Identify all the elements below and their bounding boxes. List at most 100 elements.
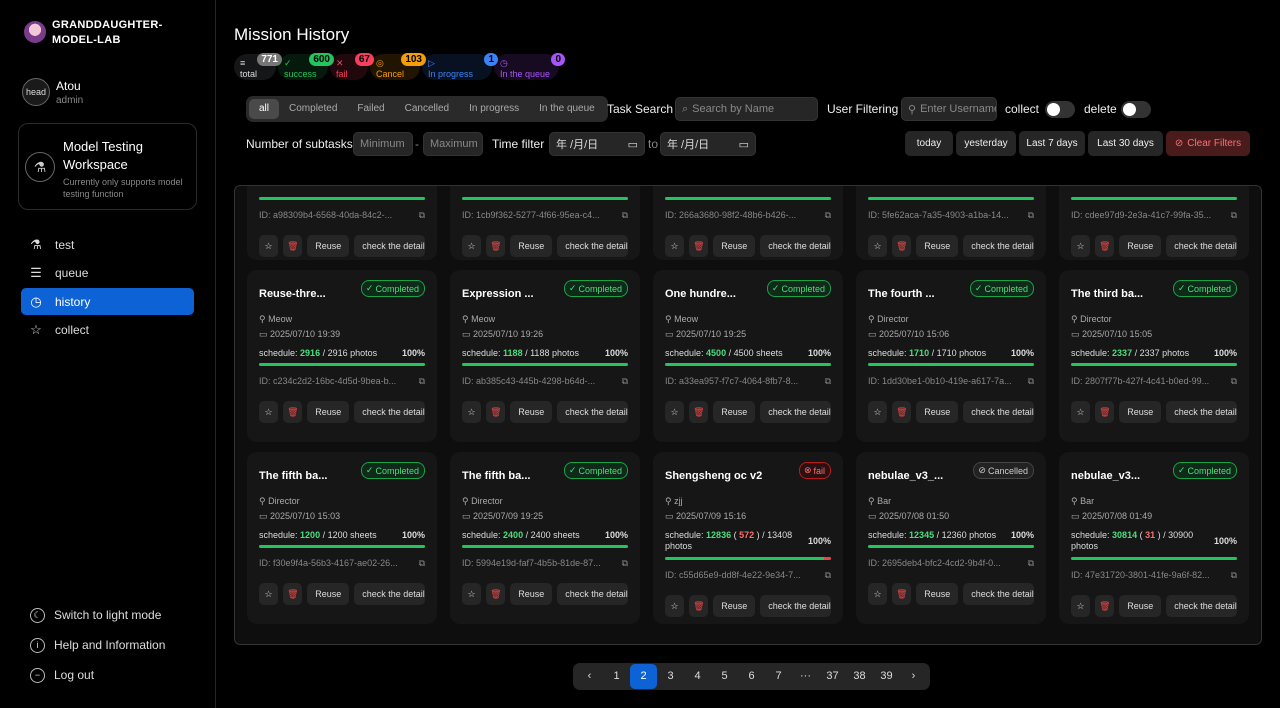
page-button[interactable]: 6: [738, 664, 765, 689]
delete-button[interactable]: 🗑︎: [689, 235, 709, 257]
prev-page-button[interactable]: ‹: [576, 664, 603, 689]
details-button[interactable]: check the details: [760, 595, 832, 617]
copy-icon[interactable]: ⧉: [1028, 210, 1034, 221]
task-card[interactable]: Shengsheng oc v2 ⊗ fail ⚲ zjj ▭ 2025/07/09 1…: [653, 452, 843, 624]
date-from-input[interactable]: 年 /月/日 ▭: [549, 132, 645, 156]
reuse-button[interactable]: Reuse: [1119, 401, 1162, 423]
details-button[interactable]: check the details: [963, 401, 1035, 423]
reuse-button[interactable]: Reuse: [307, 235, 350, 257]
stat-in-the-queue[interactable]: ◷ In the queue 0: [494, 53, 565, 80]
copy-icon[interactable]: ⧉: [825, 210, 831, 221]
details-button[interactable]: check the details: [760, 401, 832, 423]
delete-button[interactable]: 🗑︎: [486, 235, 506, 257]
favorite-button[interactable]: ☆: [259, 401, 279, 423]
details-button[interactable]: check the details: [1166, 595, 1238, 617]
page-button[interactable]: 7: [765, 664, 792, 689]
favorite-button[interactable]: ☆: [462, 583, 482, 605]
reuse-button[interactable]: Reuse: [307, 401, 350, 423]
task-card[interactable]: The third ba... ✓ Completed ⚲ Director ▭ 202…: [1059, 270, 1249, 442]
task-card[interactable]: The fifth ba... ✓ Completed ⚲ Director ▭ 202…: [247, 452, 437, 624]
page-button[interactable]: 4: [684, 664, 711, 689]
details-button[interactable]: check the details: [557, 401, 629, 423]
copy-icon[interactable]: ⧉: [622, 558, 628, 569]
task-card[interactable]: ID: 266a3680-98f2-48b6-b426-... ⧉ ☆ 🗑︎ Reuse…: [653, 186, 843, 260]
reuse-button[interactable]: Reuse: [510, 235, 553, 257]
copy-icon[interactable]: ⧉: [419, 210, 425, 221]
page-button[interactable]: 37: [819, 664, 846, 689]
delete-button[interactable]: 🗑︎: [283, 235, 303, 257]
stat-total[interactable]: ≡ total 771: [234, 53, 282, 80]
task-card[interactable]: nebulae_v3... ✓ Completed ⚲ Bar ▭ 2025/07/08…: [1059, 452, 1249, 624]
favorite-button[interactable]: ☆: [665, 401, 685, 423]
calendar-icon[interactable]: ▭: [739, 138, 749, 151]
last-7-days-button[interactable]: Last 7 days: [1019, 131, 1085, 156]
task-card[interactable]: ID: cdee97d9-2e3a-41c7-99fa-35... ⧉ ☆ 🗑︎ Reu…: [1059, 186, 1249, 260]
details-button[interactable]: check the details: [963, 235, 1035, 257]
task-grid[interactable]: ID: a98309b4-6568-40da-84c2-... ⧉ ☆ 🗑︎ Reuse…: [234, 185, 1262, 645]
calendar-icon[interactable]: ▭: [628, 138, 638, 151]
delete-button[interactable]: 🗑︎: [486, 583, 506, 605]
details-button[interactable]: check the details: [354, 401, 426, 423]
sidebar-item-queue[interactable]: ☰ queue: [21, 260, 194, 287]
reuse-button[interactable]: Reuse: [916, 235, 959, 257]
user-filter-input[interactable]: ⚲ Enter Username: [901, 97, 997, 121]
details-button[interactable]: check the details: [354, 583, 426, 605]
today-button[interactable]: today: [905, 131, 953, 156]
delete-button[interactable]: 🗑︎: [1095, 595, 1115, 617]
favorite-button[interactable]: ☆: [462, 235, 482, 257]
reuse-button[interactable]: Reuse: [713, 235, 756, 257]
details-button[interactable]: check the details: [760, 235, 832, 257]
user-profile[interactable]: head Atou admin: [22, 78, 83, 106]
task-card[interactable]: One hundre... ✓ Completed ⚲ Meow ▭ 2025/07/1…: [653, 270, 843, 442]
favorite-button[interactable]: ☆: [1071, 235, 1091, 257]
tab-completed[interactable]: Completed: [279, 99, 347, 119]
subtasks-max-input[interactable]: Maximum: [423, 132, 483, 156]
reuse-button[interactable]: Reuse: [713, 595, 756, 617]
delete-button[interactable]: 🗑︎: [689, 401, 709, 423]
next-page-button[interactable]: ›: [900, 664, 927, 689]
subtasks-min-input[interactable]: Minimum: [353, 132, 413, 156]
delete-button[interactable]: 🗑︎: [892, 583, 912, 605]
page-button[interactable]: 3: [657, 664, 684, 689]
copy-icon[interactable]: ⧉: [1231, 210, 1237, 221]
delete-button[interactable]: 🗑︎: [1095, 235, 1115, 257]
copy-icon[interactable]: ⧉: [419, 558, 425, 569]
task-card[interactable]: ID: 1cb9f362-5277-4f66-95ea-c4... ⧉ ☆ 🗑︎ Reu…: [450, 186, 640, 260]
reuse-button[interactable]: Reuse: [916, 583, 959, 605]
theme-toggle-button[interactable]: ☾ Switch to light mode: [30, 605, 165, 625]
logout-button[interactable]: − Log out: [30, 665, 165, 685]
details-button[interactable]: check the details: [963, 583, 1035, 605]
favorite-button[interactable]: ☆: [462, 401, 482, 423]
delete-button[interactable]: 🗑︎: [689, 595, 709, 617]
delete-toggle[interactable]: [1121, 101, 1151, 118]
copy-icon[interactable]: ⧉: [1231, 570, 1237, 581]
reuse-button[interactable]: Reuse: [510, 583, 553, 605]
favorite-button[interactable]: ☆: [259, 235, 279, 257]
favorite-button[interactable]: ☆: [259, 583, 279, 605]
page-button[interactable]: 39: [873, 664, 900, 689]
tab-in-the-queue[interactable]: In the queue: [529, 99, 605, 119]
reuse-button[interactable]: Reuse: [307, 583, 350, 605]
delete-button[interactable]: 🗑︎: [892, 235, 912, 257]
copy-icon[interactable]: ⧉: [419, 376, 425, 387]
clear-filters-button[interactable]: ⊘ Clear Filters: [1166, 131, 1250, 156]
stat-success[interactable]: ✓ success 600: [278, 53, 334, 80]
task-card[interactable]: Reuse-thre... ✓ Completed ⚲ Meow ▭ 2025/07/1…: [247, 270, 437, 442]
copy-icon[interactable]: ⧉: [1028, 376, 1034, 387]
stat-in-progress[interactable]: ▷ In progress 1: [422, 53, 498, 80]
tab-cancelled[interactable]: Cancelled: [395, 99, 459, 119]
details-button[interactable]: check the details: [557, 235, 629, 257]
date-to-input[interactable]: 年 /月/日 ▭: [660, 132, 756, 156]
delete-button[interactable]: 🗑︎: [283, 583, 303, 605]
page-button[interactable]: 38: [846, 664, 873, 689]
tab-all[interactable]: all: [249, 99, 280, 119]
workspace-card[interactable]: ⚗ Model Testing Workspace Currently only…: [18, 123, 197, 210]
favorite-button[interactable]: ☆: [665, 595, 685, 617]
copy-icon[interactable]: ⧉: [825, 570, 831, 581]
task-card[interactable]: ID: a98309b4-6568-40da-84c2-... ⧉ ☆ 🗑︎ Reuse…: [247, 186, 437, 260]
copy-icon[interactable]: ⧉: [1231, 376, 1237, 387]
favorite-button[interactable]: ☆: [868, 235, 888, 257]
page-button[interactable]: 5: [711, 664, 738, 689]
favorite-button[interactable]: ☆: [1071, 401, 1091, 423]
delete-button[interactable]: 🗑︎: [283, 401, 303, 423]
